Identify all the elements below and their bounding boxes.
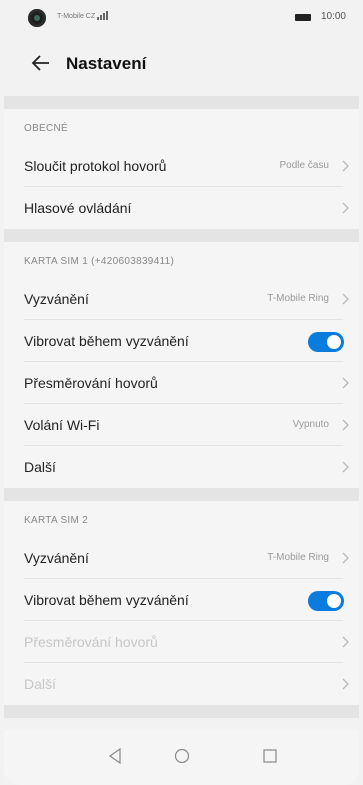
merge-call-log-row[interactable]: Sloučit protokol hovorů Podle času xyxy=(4,145,359,187)
section-divider xyxy=(4,488,359,501)
vibrate-toggle[interactable] xyxy=(308,591,344,611)
clock: 10:00 xyxy=(320,11,346,22)
navigation-bar xyxy=(4,730,359,785)
camera-icon xyxy=(28,9,46,27)
sim1-ringtone-row[interactable]: Vyzvánění T-Mobile Ring xyxy=(4,278,359,320)
section-divider xyxy=(4,96,359,109)
sim2-call-forwarding-row: Přesměrování hovorů xyxy=(4,621,359,663)
chevron-right-icon xyxy=(342,160,349,172)
section-header-general: OBECNÉ xyxy=(4,109,359,145)
phone-frame: T-Mobile CZ 10:00 Nastavení OBECNÉ Slouč… xyxy=(0,0,363,785)
chevron-right-icon xyxy=(342,678,349,690)
row-label: Volání Wi-Fi xyxy=(24,417,100,433)
chevron-right-icon xyxy=(342,377,349,389)
row-label: Vibrovat během vyzvánění xyxy=(24,333,189,349)
signal-icon xyxy=(97,11,108,20)
voice-control-row[interactable]: Hlasové ovládání xyxy=(4,187,359,229)
chevron-right-icon xyxy=(342,293,349,305)
chevron-right-icon xyxy=(342,636,349,648)
page-title: Nastavení xyxy=(66,54,147,73)
sim1-wifi-calling-row[interactable]: Volání Wi-Fi Vypnuto xyxy=(4,404,359,446)
row-label: Přesměrování hovorů xyxy=(24,634,158,650)
toggle-knob xyxy=(327,594,341,608)
carrier-label: T-Mobile CZ xyxy=(57,13,96,20)
nav-recent-apps-icon[interactable] xyxy=(262,747,278,765)
row-value: Podle času xyxy=(279,160,329,171)
sim1-more-row[interactable]: Další xyxy=(4,446,359,488)
row-label: Další xyxy=(24,459,56,475)
sim1-call-forwarding-row[interactable]: Přesměrování hovorů xyxy=(4,362,359,404)
chevron-right-icon xyxy=(342,419,349,431)
battery-icon xyxy=(295,14,311,21)
row-value: Vypnuto xyxy=(292,419,329,430)
toggle-knob xyxy=(327,335,341,349)
sim1-vibrate-row: Vibrovat během vyzvánění xyxy=(4,320,359,362)
section-header-sim1: KARTA SIM 1 (+420603839411) xyxy=(4,242,359,278)
chevron-right-icon xyxy=(342,552,349,564)
nav-back-icon[interactable] xyxy=(107,747,123,765)
chevron-right-icon xyxy=(342,202,349,214)
row-label: Vyzvánění xyxy=(24,550,89,566)
row-label: Vyzvánění xyxy=(24,291,89,307)
section-divider xyxy=(4,229,359,242)
status-bar: T-Mobile CZ 10:00 xyxy=(4,0,359,28)
settings-list: OBECNÉ Sloučit protokol hovorů Podle čas… xyxy=(4,96,359,718)
screen: T-Mobile CZ 10:00 Nastavení OBECNÉ Slouč… xyxy=(4,0,359,785)
row-label: Hlasové ovládání xyxy=(24,200,132,216)
row-label: Další xyxy=(24,676,56,692)
sim2-ringtone-row[interactable]: Vyzvánění T-Mobile Ring xyxy=(4,537,359,579)
vibrate-toggle[interactable] xyxy=(308,332,344,352)
sim2-more-row: Další xyxy=(4,663,359,705)
section-divider xyxy=(4,705,359,718)
row-label: Vibrovat během vyzvánění xyxy=(24,592,189,608)
row-value: T-Mobile Ring xyxy=(267,552,329,563)
section-header-sim2: KARTA SIM 2 xyxy=(4,501,359,537)
sim2-vibrate-row: Vibrovat během vyzvánění xyxy=(4,579,359,621)
nav-home-icon[interactable] xyxy=(174,747,190,765)
title-bar: Nastavení xyxy=(4,44,359,84)
row-label: Sloučit protokol hovorů xyxy=(24,158,167,174)
back-arrow-icon[interactable] xyxy=(30,52,52,74)
row-value: T-Mobile Ring xyxy=(267,293,329,304)
row-label: Přesměrování hovorů xyxy=(24,375,158,391)
chevron-right-icon xyxy=(342,461,349,473)
